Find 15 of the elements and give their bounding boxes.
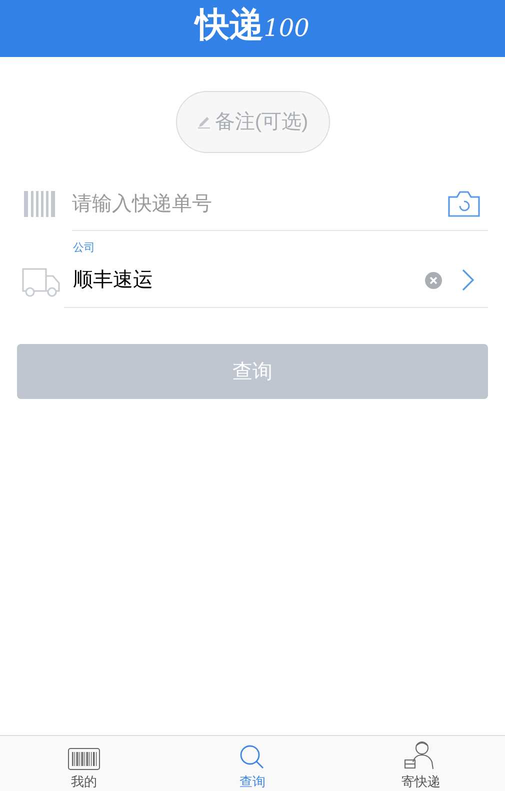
camera-icon[interactable] bbox=[448, 190, 480, 216]
chevron-right-icon[interactable] bbox=[462, 269, 474, 291]
company-label: 公司 bbox=[73, 241, 96, 255]
tab[interactable]: 寄快递 bbox=[336, 736, 505, 791]
logo-mark: 100 bbox=[264, 13, 310, 44]
barcode-icon bbox=[24, 191, 56, 217]
tracking-number-field[interactable]: 请输入快递单号 bbox=[72, 188, 448, 218]
barcode-icon bbox=[68, 748, 100, 770]
company-value[interactable]: 顺丰速运 bbox=[73, 265, 425, 295]
logo-text: 快递 bbox=[196, 5, 264, 46]
search-icon bbox=[239, 744, 266, 770]
pencil-icon bbox=[196, 115, 211, 129]
tab[interactable]: 我的 bbox=[0, 736, 168, 791]
truck-icon bbox=[22, 266, 60, 298]
clear-icon[interactable] bbox=[425, 272, 442, 288]
